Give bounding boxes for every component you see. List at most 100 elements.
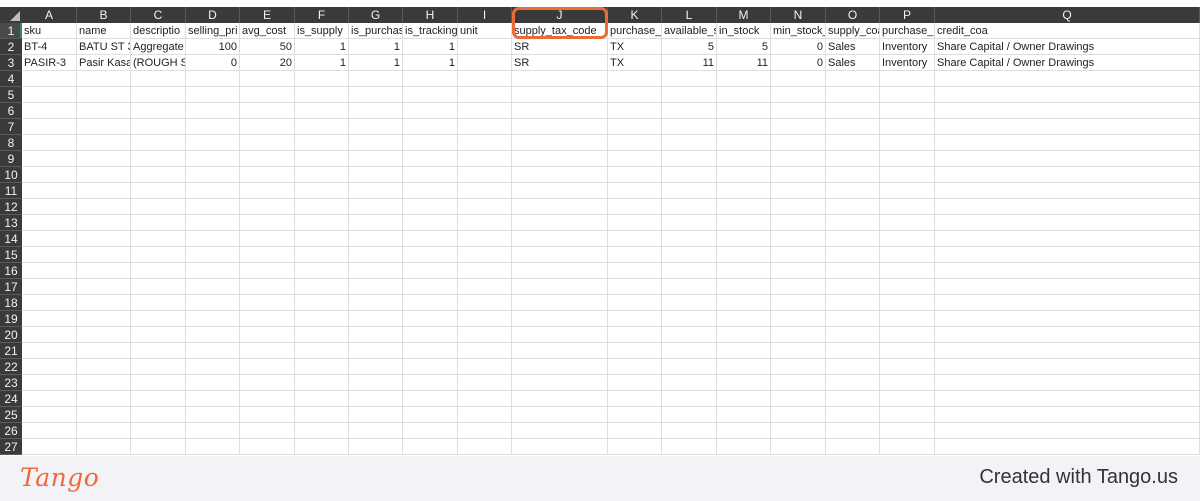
- table-cell[interactable]: [240, 263, 295, 279]
- table-cell[interactable]: [349, 263, 403, 279]
- table-cell[interactable]: [349, 87, 403, 103]
- table-cell[interactable]: 11: [717, 55, 771, 71]
- row-header[interactable]: 9: [0, 151, 22, 167]
- table-cell[interactable]: [662, 199, 717, 215]
- table-cell[interactable]: [458, 199, 512, 215]
- table-cell[interactable]: [935, 71, 1200, 87]
- table-cell[interactable]: [22, 391, 77, 407]
- table-cell[interactable]: 1: [295, 39, 349, 55]
- row-header[interactable]: 19: [0, 311, 22, 327]
- table-cell[interactable]: [662, 279, 717, 295]
- table-cell[interactable]: [186, 247, 240, 263]
- row-header[interactable]: 21: [0, 343, 22, 359]
- table-cell[interactable]: [608, 359, 662, 375]
- table-cell[interactable]: [826, 183, 880, 199]
- table-cell[interactable]: [77, 279, 131, 295]
- table-cell[interactable]: 1: [295, 55, 349, 71]
- table-cell[interactable]: [771, 247, 826, 263]
- table-cell[interactable]: [608, 247, 662, 263]
- table-cell[interactable]: [512, 375, 608, 391]
- table-cell[interactable]: [403, 247, 458, 263]
- table-cell[interactable]: [458, 247, 512, 263]
- table-cell[interactable]: [240, 71, 295, 87]
- row-header[interactable]: 18: [0, 295, 22, 311]
- table-cell[interactable]: [240, 199, 295, 215]
- table-cell[interactable]: [131, 103, 186, 119]
- table-cell[interactable]: [662, 103, 717, 119]
- table-cell[interactable]: [403, 119, 458, 135]
- table-cell[interactable]: [240, 327, 295, 343]
- table-cell[interactable]: [880, 87, 935, 103]
- table-cell[interactable]: [717, 151, 771, 167]
- table-cell[interactable]: [512, 135, 608, 151]
- table-cell[interactable]: [771, 391, 826, 407]
- table-cell[interactable]: [512, 71, 608, 87]
- table-cell[interactable]: [717, 215, 771, 231]
- table-cell[interactable]: Inventory: [880, 55, 935, 71]
- table-cell[interactable]: [771, 167, 826, 183]
- table-cell[interactable]: [403, 151, 458, 167]
- table-cell[interactable]: [935, 231, 1200, 247]
- table-cell[interactable]: [608, 391, 662, 407]
- table-cell[interactable]: [403, 295, 458, 311]
- table-cell[interactable]: [608, 423, 662, 439]
- table-cell[interactable]: [717, 231, 771, 247]
- table-cell[interactable]: [186, 103, 240, 119]
- table-cell[interactable]: [771, 359, 826, 375]
- table-cell[interactable]: [186, 423, 240, 439]
- table-cell[interactable]: [826, 279, 880, 295]
- table-cell[interactable]: [240, 311, 295, 327]
- table-cell[interactable]: [186, 135, 240, 151]
- row-header[interactable]: 27: [0, 439, 22, 455]
- table-cell[interactable]: [662, 151, 717, 167]
- table-cell[interactable]: [771, 119, 826, 135]
- table-cell[interactable]: [608, 183, 662, 199]
- table-cell[interactable]: [512, 151, 608, 167]
- table-cell[interactable]: [935, 263, 1200, 279]
- table-cell[interactable]: [935, 183, 1200, 199]
- column-header[interactable]: J: [512, 7, 608, 23]
- table-cell[interactable]: [458, 343, 512, 359]
- table-cell[interactable]: [349, 327, 403, 343]
- table-cell[interactable]: [403, 343, 458, 359]
- table-cell[interactable]: 0: [186, 55, 240, 71]
- table-cell[interactable]: [512, 327, 608, 343]
- table-cell[interactable]: [22, 343, 77, 359]
- table-cell[interactable]: [717, 183, 771, 199]
- table-cell[interactable]: [771, 343, 826, 359]
- table-cell[interactable]: [512, 295, 608, 311]
- table-cell[interactable]: 1: [349, 55, 403, 71]
- table-cell[interactable]: [22, 183, 77, 199]
- table-cell[interactable]: [880, 439, 935, 455]
- table-cell[interactable]: [22, 231, 77, 247]
- table-cell[interactable]: [22, 407, 77, 423]
- column-header[interactable]: H: [403, 7, 458, 23]
- table-cell[interactable]: is_supply: [295, 23, 349, 39]
- table-cell[interactable]: [935, 279, 1200, 295]
- column-header[interactable]: C: [131, 7, 186, 23]
- table-cell[interactable]: [880, 231, 935, 247]
- table-cell[interactable]: Share Capital / Owner Drawings: [935, 39, 1200, 55]
- table-cell[interactable]: [240, 87, 295, 103]
- table-cell[interactable]: [131, 151, 186, 167]
- row-header[interactable]: 20: [0, 327, 22, 343]
- table-cell[interactable]: [662, 439, 717, 455]
- table-cell[interactable]: avg_cost: [240, 23, 295, 39]
- table-cell[interactable]: [403, 87, 458, 103]
- table-cell[interactable]: [662, 423, 717, 439]
- table-cell[interactable]: [512, 247, 608, 263]
- column-header[interactable]: O: [826, 7, 880, 23]
- table-cell[interactable]: [935, 295, 1200, 311]
- table-cell[interactable]: BT-4: [22, 39, 77, 55]
- table-cell[interactable]: [662, 311, 717, 327]
- table-cell[interactable]: [22, 423, 77, 439]
- table-cell[interactable]: [131, 375, 186, 391]
- table-cell[interactable]: [458, 71, 512, 87]
- table-cell[interactable]: [131, 311, 186, 327]
- table-cell[interactable]: [22, 167, 77, 183]
- table-cell[interactable]: [826, 343, 880, 359]
- table-cell[interactable]: (ROUGH S: [131, 55, 186, 71]
- table-cell[interactable]: is_purchas: [349, 23, 403, 39]
- table-cell[interactable]: [717, 343, 771, 359]
- table-cell[interactable]: [935, 439, 1200, 455]
